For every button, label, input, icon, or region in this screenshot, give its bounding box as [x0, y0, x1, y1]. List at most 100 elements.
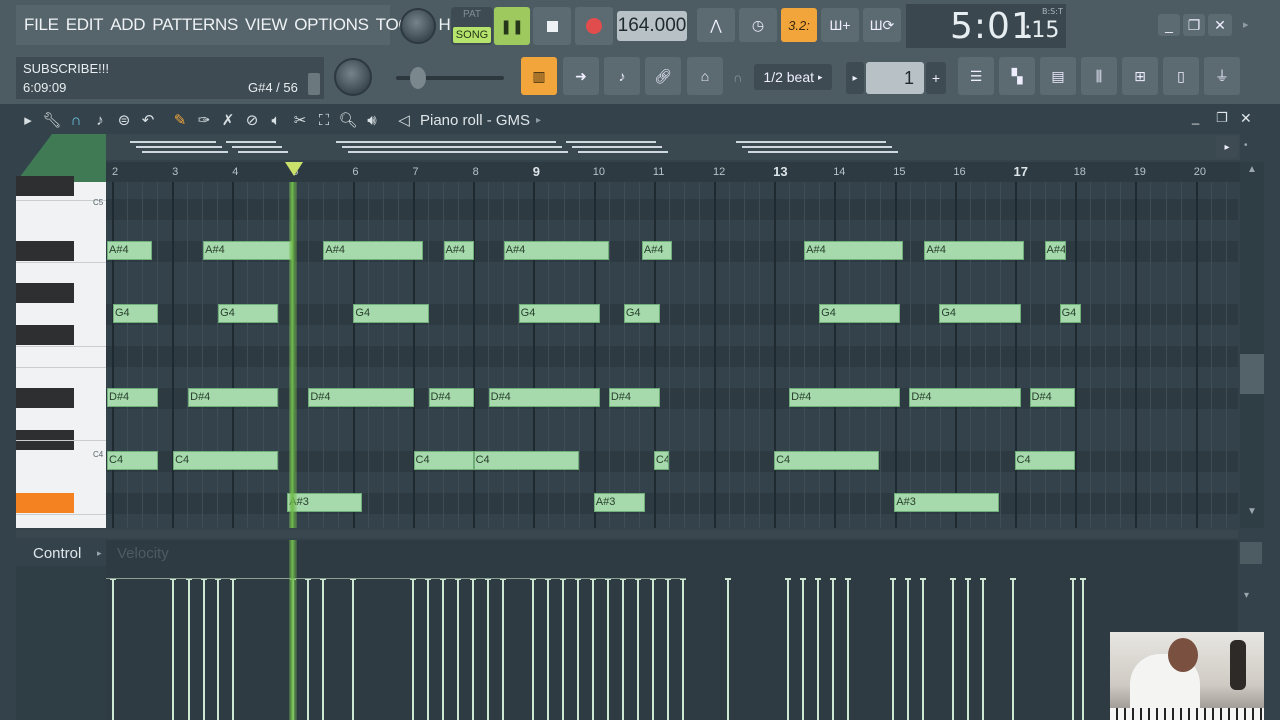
- velocity-bar[interactable]: [442, 580, 444, 720]
- scroll-thumb[interactable]: [1240, 354, 1264, 394]
- velocity-bar[interactable]: [607, 580, 609, 720]
- restore-icon[interactable]: ❐: [1216, 110, 1232, 126]
- velocity-bar[interactable]: [682, 580, 684, 720]
- note-grid[interactable]: A#4 A#4 A#4 A#4 A#4 A#4 A#4 A#4 A#4 G4 G4 G4 G4 G4 G4 G…: [106, 182, 1238, 528]
- magnet-icon[interactable]: ∩: [64, 108, 88, 132]
- note[interactable]: A#4: [1044, 241, 1066, 260]
- velocity-handle[interactable]: [845, 578, 851, 580]
- velocity-bar[interactable]: [1082, 580, 1084, 720]
- restore-button[interactable]: ❐: [1183, 14, 1205, 36]
- note[interactable]: A#4: [804, 241, 904, 260]
- step-button[interactable]: ➜: [563, 57, 599, 95]
- zoom-icon[interactable]: 🔍︎: [336, 108, 360, 132]
- velocity-bar[interactable]: [547, 580, 549, 720]
- timeline-ruler[interactable]: 234567891011121314151617181920: [106, 162, 1240, 182]
- note[interactable]: G4: [218, 304, 279, 323]
- link-button[interactable]: 🔗︎: [645, 57, 681, 95]
- pat-song-switch[interactable]: PAT SONG: [451, 7, 493, 45]
- velocity-bar[interactable]: [622, 580, 624, 720]
- snap-selector[interactable]: 1/2 beat ▸: [754, 64, 832, 90]
- velocity-bar[interactable]: [817, 580, 819, 720]
- mute-tool-icon[interactable]: ⊘: [240, 108, 264, 132]
- velocity-bar[interactable]: [472, 580, 474, 720]
- velocity-bar[interactable]: [412, 580, 414, 720]
- playback-icon[interactable]: 🔊︎: [360, 108, 384, 132]
- piano-key[interactable]: [16, 176, 74, 196]
- note[interactable]: D#4: [107, 388, 159, 407]
- menu-edit[interactable]: EDIT: [66, 15, 104, 35]
- velocity-handle[interactable]: [890, 578, 896, 580]
- piano-keyboard[interactable]: C5 C4: [16, 176, 106, 528]
- slice-icon[interactable]: ✂: [288, 108, 312, 132]
- stop-button[interactable]: [533, 7, 571, 45]
- velocity-handle[interactable]: [1010, 578, 1016, 580]
- note[interactable]: D#4: [188, 388, 279, 407]
- piano-key[interactable]: [16, 283, 74, 303]
- note[interactable]: G4: [1059, 304, 1081, 323]
- wait-for-input-button[interactable]: ◷: [739, 8, 777, 42]
- step-edit-button[interactable]: Ш+: [821, 8, 859, 42]
- piano-key[interactable]: [16, 241, 74, 261]
- velocity-bar[interactable]: [457, 580, 459, 720]
- velocity-bar[interactable]: [203, 580, 205, 720]
- velocity-bar[interactable]: [532, 580, 534, 720]
- velocity-bar[interactable]: [217, 580, 219, 720]
- note[interactable]: A#4: [503, 241, 609, 260]
- close-button[interactable]: ✕: [1208, 14, 1232, 36]
- note-icon[interactable]: ♪: [88, 108, 112, 132]
- menu-add[interactable]: ADD: [110, 15, 145, 35]
- note[interactable]: C4: [107, 451, 159, 470]
- velocity-bar[interactable]: [847, 580, 849, 720]
- arrow-right-icon[interactable]: ▸: [1243, 18, 1257, 32]
- velocity-bar[interactable]: [232, 580, 234, 720]
- pattern-number[interactable]: 1: [866, 62, 924, 94]
- menu-circle-icon[interactable]: ⊜: [112, 108, 136, 132]
- chevron-right-icon[interactable]: ▸: [97, 548, 102, 559]
- note[interactable]: C4: [173, 451, 279, 470]
- piano-key[interactable]: [16, 493, 74, 513]
- undo-icon[interactable]: ↶: [136, 108, 160, 132]
- pause-button[interactable]: ❚❚: [494, 7, 530, 45]
- note[interactable]: C4: [473, 451, 579, 470]
- note[interactable]: A#3: [593, 493, 645, 512]
- velocity-handle[interactable]: [725, 578, 731, 580]
- plugin-button[interactable]: ⏚: [1204, 57, 1240, 95]
- note[interactable]: G4: [819, 304, 901, 323]
- menu-options[interactable]: OPTIONS: [294, 15, 369, 35]
- piano-roll-button[interactable]: ▚: [999, 57, 1035, 95]
- velocity-bar[interactable]: [802, 580, 804, 720]
- pattern-overview[interactable]: [106, 134, 1240, 160]
- velocity-bar[interactable]: [727, 580, 729, 720]
- master-pitch-knob[interactable]: [334, 58, 372, 96]
- chevron-down-icon[interactable]: ▾: [1244, 590, 1258, 604]
- add-pattern-button[interactable]: +: [926, 62, 946, 94]
- note[interactable]: G4: [939, 304, 1021, 323]
- mixer-button[interactable]: ⫼: [1081, 57, 1117, 95]
- note[interactable]: D#4: [1029, 388, 1075, 407]
- velocity-bar[interactable]: [1072, 580, 1074, 720]
- velocity-handle[interactable]: [905, 578, 911, 580]
- velocity-handle[interactable]: [800, 578, 806, 580]
- chevron-up-icon[interactable]: ▲: [1242, 164, 1262, 182]
- scroll-right-button[interactable]: ▸: [1216, 136, 1238, 158]
- minimize-icon[interactable]: _: [1192, 110, 1208, 126]
- velocity-handle[interactable]: [1080, 578, 1086, 580]
- metronome-button[interactable]: ⋀: [697, 8, 735, 42]
- control-label[interactable]: Control: [33, 545, 81, 562]
- velocity-bar[interactable]: [832, 580, 834, 720]
- velocity-bar[interactable]: [907, 580, 909, 720]
- note[interactable]: D#4: [308, 388, 414, 407]
- speaker-mute-icon[interactable]: 🔈︎: [264, 108, 288, 132]
- note[interactable]: G4: [113, 304, 159, 323]
- control-scroll[interactable]: [1240, 542, 1262, 564]
- velocity-bar[interactable]: [112, 580, 114, 720]
- more-icon[interactable]: •: [1244, 140, 1258, 154]
- velocity-bar[interactable]: [637, 580, 639, 720]
- velocity-bar[interactable]: [322, 580, 324, 720]
- note[interactable]: G4: [353, 304, 429, 323]
- master-volume-knob[interactable]: [400, 8, 436, 44]
- note[interactable]: D#4: [789, 388, 901, 407]
- menu-view[interactable]: VIEW: [245, 15, 288, 35]
- velocity-bar[interactable]: [172, 580, 174, 720]
- velocity-handle[interactable]: [1070, 578, 1076, 580]
